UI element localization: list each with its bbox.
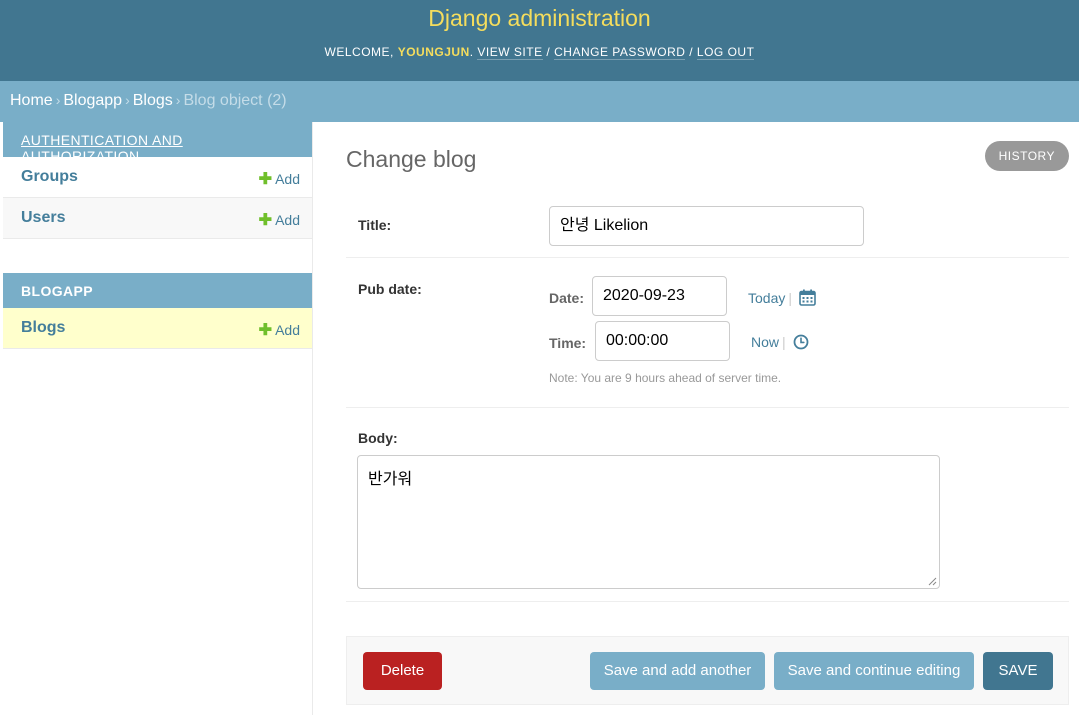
breadcrumb-separator: › xyxy=(125,92,130,108)
breadcrumb-app[interactable]: Blogapp xyxy=(63,92,122,109)
now-link[interactable]: Now xyxy=(751,334,779,350)
breadcrumb-separator: › xyxy=(175,92,181,108)
history-button[interactable]: History xyxy=(984,141,1069,171)
add-label: Add xyxy=(275,212,300,228)
body-text: 반가워 xyxy=(368,471,413,488)
username: youngjun xyxy=(397,45,470,59)
timezone-note: Note: You are 9 hours ahead of server ti… xyxy=(549,371,782,385)
shortcut-divider: | xyxy=(782,334,786,350)
sidebar-item-label[interactable]: Groups xyxy=(21,168,78,186)
breadcrumb-home[interactable]: Home xyxy=(10,92,53,109)
view-site-link[interactable]: View site xyxy=(477,45,543,60)
breadcrumb-separator: › xyxy=(55,92,61,108)
breadcrumb: Home › Blogapp › Blogs › Blog object (2) xyxy=(0,81,1079,122)
today-link[interactable]: Today xyxy=(748,290,785,306)
calendar-icon[interactable] xyxy=(799,289,816,306)
save-and-add-another-button[interactable]: Save and add another xyxy=(590,652,765,690)
site-name[interactable]: Django administration xyxy=(0,5,1079,32)
delete-button[interactable]: Delete xyxy=(363,652,442,690)
title-label: Title: xyxy=(358,217,392,233)
date-shortcuts: Today | xyxy=(748,289,816,306)
add-label: Add xyxy=(275,171,300,187)
title-input[interactable]: 안녕 Likelion xyxy=(549,206,864,246)
add-label: Add xyxy=(275,322,300,338)
save-button[interactable]: Save xyxy=(983,652,1053,690)
body-label: Body: xyxy=(358,430,398,446)
welcome-text: Welcome, xyxy=(324,45,398,59)
admin-header: Django administration Welcome, youngjun.… xyxy=(0,0,1079,81)
time-shortcuts: Now | xyxy=(751,334,809,350)
form-row-pub-date: Pub date: Date: 2020-09-23 Today | Time: … xyxy=(346,258,1069,408)
plus-icon: ✚ xyxy=(258,322,273,339)
clock-icon[interactable] xyxy=(793,334,809,350)
nav-sidebar: Authentication and Authorization Groups … xyxy=(3,122,313,715)
shortcut-divider: | xyxy=(788,290,792,306)
module-caption-blogapp[interactable]: Blogapp xyxy=(3,273,312,308)
user-tools: Welcome, youngjun. View site / Change pa… xyxy=(324,45,755,60)
add-users-link[interactable]: ✚ Add xyxy=(259,210,300,230)
breadcrumb-current: Blog object (2) xyxy=(183,92,287,109)
resize-grip-icon[interactable] xyxy=(927,576,937,586)
sidebar-item-label[interactable]: Blogs xyxy=(21,319,65,337)
change-password-link[interactable]: Change password xyxy=(554,45,686,60)
breadcrumb-model[interactable]: Blogs xyxy=(133,92,173,109)
pub-date-label: Pub date: xyxy=(358,281,422,297)
plus-icon: ✚ xyxy=(258,171,273,188)
sidebar-item-users: Users ✚ Add xyxy=(3,198,312,239)
form-row-title: Title: 안녕 Likelion xyxy=(346,194,1069,258)
add-blogs-link[interactable]: ✚ Add xyxy=(259,320,300,340)
save-and-continue-button[interactable]: Save and continue editing xyxy=(774,652,974,690)
time-label: Time: xyxy=(549,335,587,351)
plus-icon: ✚ xyxy=(258,212,273,229)
main-content: Change blog History Title: 안녕 Likelion P… xyxy=(346,122,1069,715)
date-label: Date: xyxy=(549,290,585,306)
add-groups-link[interactable]: ✚ Add xyxy=(259,169,300,189)
sidebar-item-blogs: Blogs ✚ Add xyxy=(3,308,312,349)
submit-row: Delete Save and add another Save and con… xyxy=(346,636,1069,705)
sidebar-item-label[interactable]: Users xyxy=(21,209,65,227)
date-input[interactable]: 2020-09-23 xyxy=(592,276,727,316)
page-title: Change blog xyxy=(346,146,477,172)
time-input[interactable]: 00:00:00 xyxy=(595,321,730,361)
body-textarea[interactable]: 반가워 xyxy=(357,455,940,589)
module-spacer xyxy=(3,239,312,273)
log-out-link[interactable]: Log out xyxy=(696,45,755,60)
sidebar-item-groups: Groups ✚ Add xyxy=(3,157,312,198)
module-caption-auth[interactable]: Authentication and Authorization xyxy=(3,122,312,164)
